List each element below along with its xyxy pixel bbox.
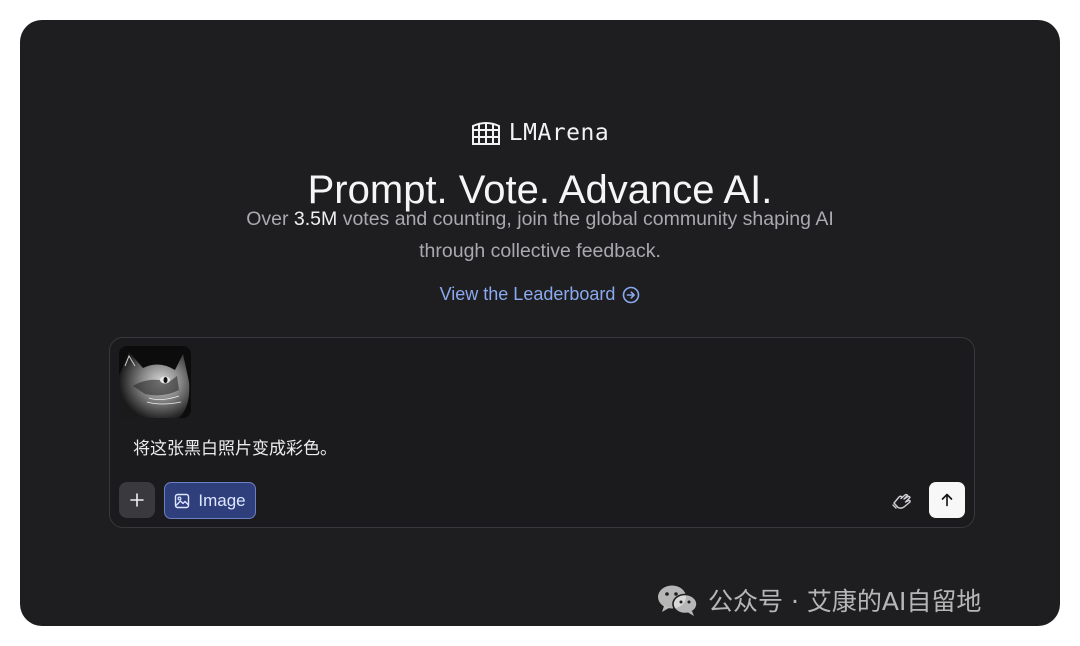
hand-stop-icon — [892, 493, 911, 509]
watermark-text: 公众号 · 艾康的AI自留地 — [708, 587, 982, 616]
app-window: LMArena Prompt. Vote. Advance AI. Over 3… — [20, 20, 1060, 626]
colosseum-icon — [471, 122, 500, 145]
view-leaderboard-link[interactable]: View the Leaderboard — [20, 284, 1060, 305]
wechat-icon — [658, 585, 698, 616]
subtitle-suffix: votes and counting, join the global comm… — [337, 208, 834, 262]
brand-name: LMArena — [508, 120, 610, 146]
arrow-up-icon — [941, 493, 953, 507]
send-button[interactable] — [929, 482, 965, 518]
leaderboard-link-label: View the Leaderboard — [439, 284, 616, 304]
cat-photo-thumbnail — [119, 346, 191, 418]
hand-stop-button[interactable] — [888, 486, 916, 514]
plus-icon — [130, 493, 144, 507]
image-icon — [175, 493, 190, 508]
image-mode-button[interactable]: Image — [164, 482, 256, 519]
watermark: 公众号 · 艾康的AI自留地 — [656, 582, 981, 618]
arrow-circle-right-icon — [623, 286, 640, 303]
subtitle-prefix: Over — [246, 208, 294, 230]
page-subtitle: Over 3.5M votes and counting, join the g… — [220, 203, 860, 267]
brand: LMArena — [20, 120, 1060, 146]
attached-image-thumbnail[interactable] — [119, 346, 191, 418]
add-attachment-button[interactable] — [119, 482, 155, 518]
prompt-text[interactable]: 将这张黑白照片变成彩色。 — [133, 434, 337, 459]
votes-count: 3.5M — [293, 208, 338, 230]
image-mode-label: Image — [198, 490, 246, 510]
prompt-composer: 将这张黑白照片变成彩色。 Image — [109, 337, 975, 528]
